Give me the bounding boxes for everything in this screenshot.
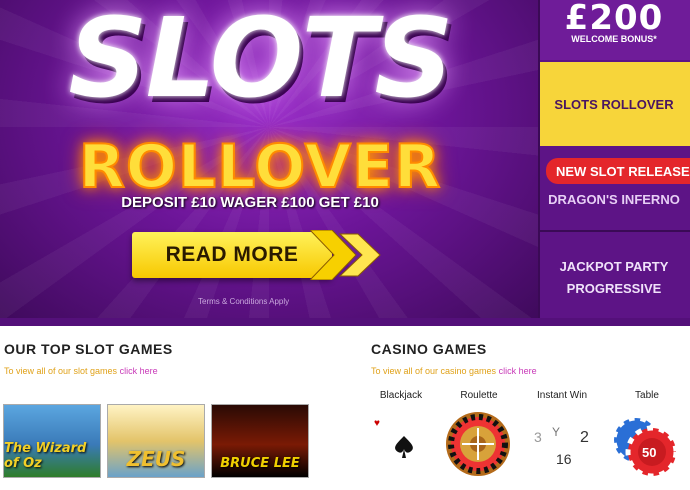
bonus-amount: £200	[564, 0, 664, 38]
sidebar-divider	[538, 230, 690, 232]
svg-text:3: 3	[534, 429, 542, 445]
game-thumb-zeus[interactable]: ZEUS	[107, 404, 205, 478]
banner-subtitle: ROLLOVER	[78, 131, 442, 203]
banner-offer-text: DEPOSIT £10 WAGER £100 GET £10	[121, 194, 379, 211]
game-title: BRUCE LEE	[220, 456, 300, 471]
svg-text:♥: ♥	[374, 418, 380, 429]
slot-games-link-line: To view all of our slot games click here	[4, 366, 158, 376]
sidebar-edge	[538, 0, 540, 318]
terms-text[interactable]: Terms & Conditions Apply	[198, 297, 289, 306]
svg-text:16: 16	[556, 451, 572, 467]
casino-games-link-line: To view all of our casino games click he…	[371, 366, 537, 376]
casino-games-heading: CASINO GAMES	[371, 341, 487, 357]
sidebar-item-dragons-inferno[interactable]: DRAGON'S INFERNO	[538, 192, 690, 207]
banner-title: SLOTS	[68, 0, 453, 122]
page: SLOTS ROLLOVER DEPOSIT £10 WAGER £100 GE…	[0, 0, 690, 490]
svg-text:50: 50	[642, 445, 656, 460]
instant-win-numbers-icon[interactable]: 3 Y 2 16	[530, 420, 600, 470]
game-thumb-bruce-lee[interactable]: BRUCE LEE	[211, 404, 309, 478]
casino-game-table-label[interactable]: Table	[607, 390, 687, 401]
game-thumb-wizard-of-oz[interactable]: The Wizard of Oz	[3, 404, 101, 478]
jackpot-party-line1: JACKPOT PARTY	[559, 259, 669, 274]
slot-thumbnails: The Wizard of Oz ZEUS BRUCE LEE	[3, 404, 309, 478]
casino-games-link-prefix: To view all of our casino games	[371, 366, 497, 376]
slot-games-click-here-link[interactable]: click here	[120, 366, 158, 376]
roulette-wheel-icon[interactable]	[444, 410, 512, 478]
game-title: ZEUS	[126, 447, 186, 471]
jackpot-party-line2: PROGRESSIVE	[566, 281, 662, 296]
casino-game-instant-win-label[interactable]: Instant Win	[522, 390, 602, 401]
playing-card-icon[interactable]: ♥	[370, 408, 430, 480]
casino-game-roulette-label[interactable]: Roulette	[439, 390, 519, 401]
sidebar-item-jackpot-party[interactable]: JACKPOT PARTY PROGRESSIVE	[538, 256, 690, 300]
new-slot-release-badge[interactable]: NEW SLOT RELEASE	[546, 158, 690, 184]
svg-text:2: 2	[580, 429, 589, 446]
casino-games-click-here-link[interactable]: click here	[499, 366, 537, 376]
casino-game-blackjack-label[interactable]: Blackjack	[361, 390, 441, 401]
welcome-bonus[interactable]: £200 WELCOME BONUS*	[538, 0, 690, 60]
promo-sidebar: £200 WELCOME BONUS* SLOTS ROLLOVER NEW S…	[538, 0, 690, 318]
promo-banner[interactable]: SLOTS ROLLOVER DEPOSIT £10 WAGER £100 GE…	[0, 0, 538, 318]
slot-games-heading: OUR TOP SLOT GAMES	[4, 341, 173, 357]
slot-games-link-prefix: To view all of our slot games	[4, 366, 118, 376]
casino-chips-icon[interactable]: 50	[610, 412, 686, 482]
game-title: The Wizard of Oz	[4, 441, 87, 471]
read-more-button[interactable]: READ MORE	[132, 232, 332, 278]
divider-strip	[0, 318, 690, 326]
bonus-label: WELCOME BONUS*	[571, 34, 657, 44]
svg-text:Y: Y	[552, 425, 560, 439]
chevron-right-icon[interactable]	[310, 230, 390, 280]
sidebar-item-slots-rollover[interactable]: SLOTS ROLLOVER	[538, 62, 690, 146]
